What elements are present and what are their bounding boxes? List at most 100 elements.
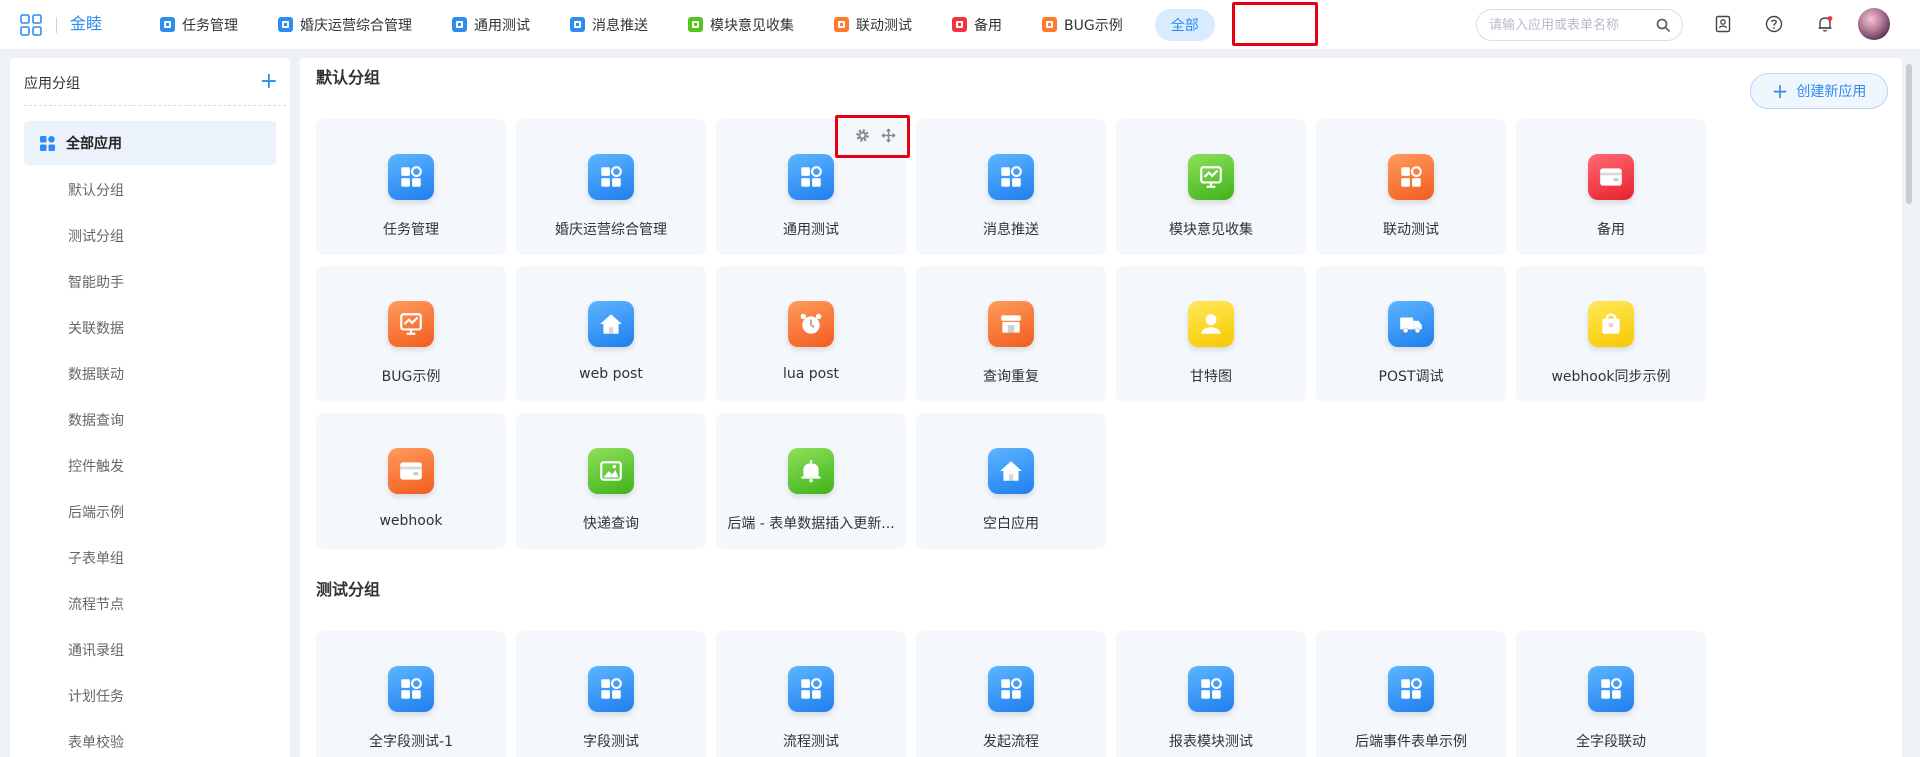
app-card[interactable]: 婚庆运营综合管理: [516, 119, 706, 255]
nav-tab-label: BUG示例: [1064, 17, 1123, 34]
store-icon: [988, 301, 1034, 347]
app-card-name: 流程测试: [783, 734, 839, 750]
grid-app-icon: [588, 154, 634, 200]
grid-app-icon: [388, 154, 434, 200]
app-card[interactable]: 任务管理: [316, 119, 506, 255]
search-input[interactable]: [1477, 10, 1647, 40]
app-card[interactable]: 备用: [1516, 119, 1706, 255]
app-card[interactable]: 查询重复: [916, 266, 1106, 402]
search-icon[interactable]: [1656, 18, 1670, 32]
sidebar-title: 应用分组: [24, 76, 80, 92]
sidebar-item[interactable]: 控件触发: [24, 444, 276, 488]
app-card[interactable]: 全字段测试-1: [316, 631, 506, 757]
nav-tab[interactable]: 备用: [932, 0, 1022, 49]
card-tools: [854, 127, 896, 143]
home-icon: [588, 301, 634, 347]
app-launcher-icon[interactable]: [20, 14, 42, 36]
app-card-name: 全字段联动: [1576, 734, 1646, 750]
nav-tab[interactable]: 联动测试: [814, 0, 932, 49]
app-card[interactable]: 发起流程: [916, 631, 1106, 757]
nav-tab[interactable]: 模块意见收集: [668, 0, 814, 49]
app-nav-tabs: 任务管理 婚庆运营综合管理 通用测试 消息推送 模块意见收集 联动测试 备用 BUG示例 全部: [140, 0, 1215, 49]
chart-board-icon: [1188, 154, 1234, 200]
drag-move-icon[interactable]: [880, 127, 896, 143]
nav-tab-all[interactable]: 全部: [1154, 0, 1215, 49]
app-card-name: 快递查询: [583, 516, 639, 532]
sidebar-item[interactable]: 测试分组: [24, 214, 276, 258]
help-icon[interactable]: [1763, 13, 1785, 35]
sidebar-item-all-apps[interactable]: 全部应用: [24, 121, 276, 165]
app-card[interactable]: 空白应用: [916, 413, 1106, 549]
nav-tab[interactable]: 通用测试: [432, 0, 550, 49]
app-card[interactable]: 模块意见收集: [1116, 119, 1306, 255]
app-card[interactable]: 快递查询: [516, 413, 706, 549]
sidebar-item[interactable]: 默认分组: [24, 168, 276, 212]
app-icon: [952, 17, 967, 32]
nav-tab[interactable]: 婚庆运营综合管理: [258, 0, 432, 49]
sidebar-item[interactable]: 数据查询: [24, 398, 276, 442]
notification-bell-icon[interactable]: [1814, 13, 1836, 35]
create-app-button[interactable]: + 创建新应用: [1750, 73, 1888, 109]
group-title: 测试分组: [316, 580, 381, 599]
app-card-name: 发起流程: [983, 734, 1039, 750]
app-card[interactable]: web post: [516, 266, 706, 402]
sidebar-item[interactable]: 子表单组: [24, 536, 276, 580]
app-card-name: 查询重复: [983, 369, 1039, 385]
app-card[interactable]: webhook同步示例: [1516, 266, 1706, 402]
image-icon: [588, 448, 634, 494]
grid-app-icon: [1388, 154, 1434, 200]
truck-icon: [1388, 301, 1434, 347]
grid-icon: [40, 136, 55, 151]
scrollbar-thumb[interactable]: [1906, 64, 1912, 204]
page-scrollbar[interactable]: [1905, 58, 1915, 757]
app-grid-panel: + 创建新应用 默认分组 任务管理 婚庆运营综合管理 通用测试 消息推送 模块意见收集 联动…: [300, 58, 1902, 757]
chart-board-icon: [388, 301, 434, 347]
app-card[interactable]: 后端事件表单示例: [1316, 631, 1506, 757]
app-card[interactable]: 全字段联动: [1516, 631, 1706, 757]
app-card-name: BUG示例: [381, 369, 441, 385]
sidebar-item[interactable]: 关联数据: [24, 306, 276, 350]
app-card-name: POST调试: [1378, 369, 1444, 385]
app-card[interactable]: 字段测试: [516, 631, 706, 757]
app-card[interactable]: 消息推送: [916, 119, 1106, 255]
sidebar-item[interactable]: 流程节点: [24, 582, 276, 626]
app-icon: [570, 17, 585, 32]
sidebar-item[interactable]: 通讯录组: [24, 628, 276, 672]
nav-tab-label: 通用测试: [474, 17, 530, 34]
sidebar-item[interactable]: 计划任务: [24, 674, 276, 718]
app-card[interactable]: 流程测试: [716, 631, 906, 757]
app-card[interactable]: 报表模块测试: [1116, 631, 1306, 757]
app-card-name: 模块意见收集: [1169, 222, 1253, 238]
nav-tab[interactable]: 消息推送: [550, 0, 668, 49]
app-card[interactable]: 通用测试: [716, 119, 906, 255]
grid-app-icon: [388, 666, 434, 712]
sidebar-item[interactable]: 后端示例: [24, 490, 276, 534]
sidebar-item[interactable]: 智能助手: [24, 260, 276, 304]
app-card-name: lua post: [782, 366, 840, 382]
plus-icon: +: [1771, 79, 1789, 103]
app-card[interactable]: 后端 - 表单数据插入更新...: [716, 413, 906, 549]
grid-app-icon: [1188, 666, 1234, 712]
add-group-icon[interactable]: +: [260, 71, 278, 93]
app-card[interactable]: webhook: [316, 413, 506, 549]
nav-tab-all-label: 全部: [1154, 8, 1215, 41]
brand-name[interactable]: 金睦: [70, 14, 102, 34]
app-card[interactable]: BUG示例: [316, 266, 506, 402]
app-card[interactable]: lua post: [716, 266, 906, 402]
nav-tab[interactable]: 任务管理: [140, 0, 258, 49]
app-card[interactable]: 联动测试: [1316, 119, 1506, 255]
app-card[interactable]: POST调试: [1316, 266, 1506, 402]
app-icon: [688, 17, 703, 32]
brand-divider: [56, 17, 57, 33]
app-card-name: webhook: [379, 513, 443, 529]
sidebar-item[interactable]: 数据联动: [24, 352, 276, 396]
user-avatar[interactable]: [1858, 8, 1890, 40]
settings-gear-icon[interactable]: [854, 127, 870, 143]
sidebar-header: 应用分组 +: [24, 71, 286, 106]
sidebar-item[interactable]: 表单校验: [24, 720, 276, 757]
nav-tab[interactable]: BUG示例: [1022, 0, 1143, 49]
app-card-name: webhook同步示例: [1551, 369, 1671, 385]
app-card-name: 消息推送: [983, 222, 1039, 238]
app-card[interactable]: 甘特图: [1116, 266, 1306, 402]
contacts-icon[interactable]: [1712, 13, 1734, 35]
